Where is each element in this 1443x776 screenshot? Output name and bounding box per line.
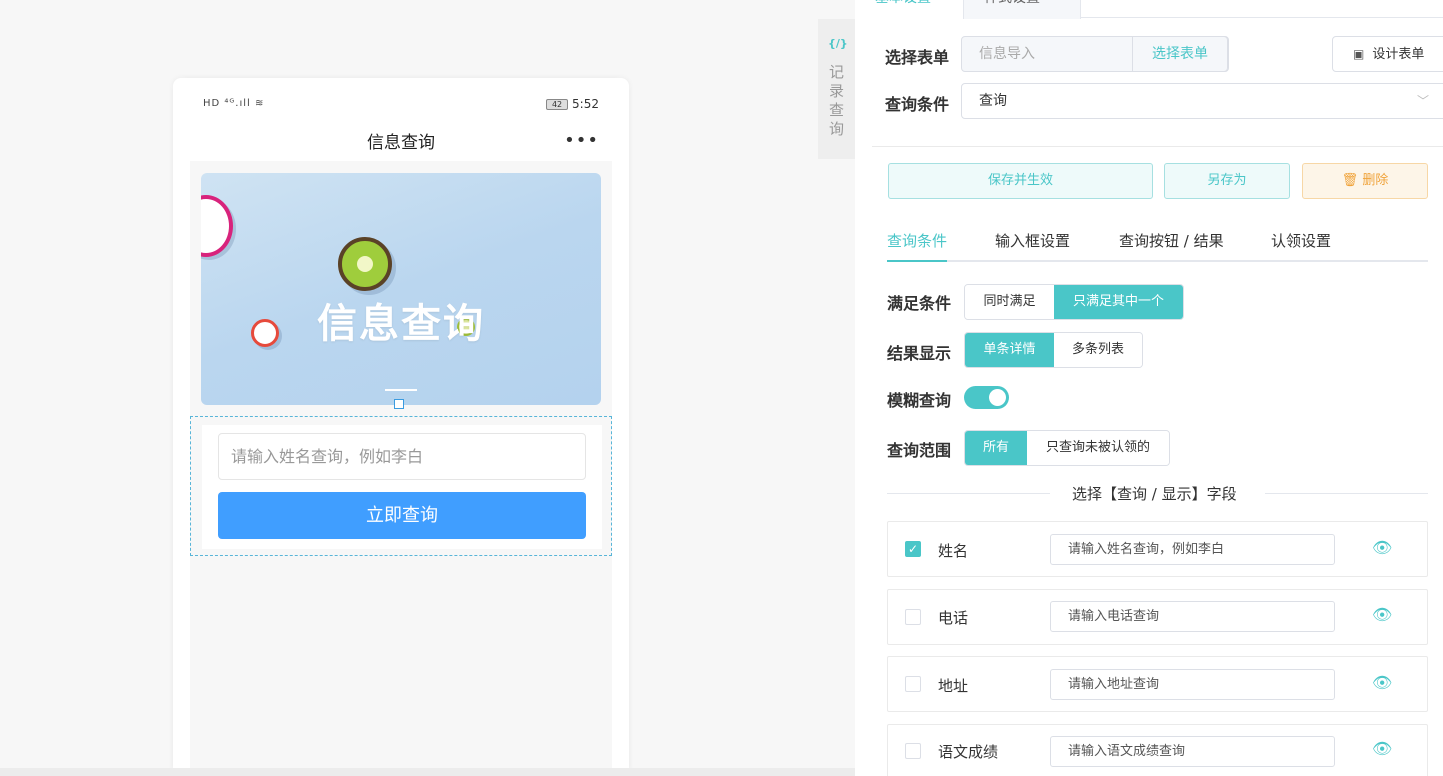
- save-as-button[interactable]: 另存为: [1164, 163, 1290, 199]
- select-form-button[interactable]: 选择表单: [1132, 36, 1228, 72]
- horizontal-scrollbar[interactable]: [0, 768, 855, 776]
- satisfy-all-option[interactable]: 同时满足: [965, 285, 1054, 319]
- toggle-knob: [989, 389, 1006, 406]
- eye-icon[interactable]: 👁: [1372, 538, 1392, 557]
- query-component[interactable]: 请输入姓名查询，例如李白 立即查询: [190, 416, 612, 556]
- query-condition-value: 查询: [979, 93, 1007, 109]
- field-name: 地址: [938, 677, 969, 695]
- fuzzy-query-label: 模糊查询: [887, 391, 952, 410]
- status-time: 5:52: [572, 97, 599, 111]
- field-checkbox[interactable]: [905, 609, 921, 625]
- query-condition-label: 查询条件: [885, 95, 950, 114]
- field-row-address: 地址 请输入地址查询 👁: [887, 656, 1428, 712]
- query-submit-button[interactable]: 立即查询: [218, 492, 586, 539]
- select-form-label: 选择表单: [885, 48, 950, 67]
- field-row-phone: 电话 请输入电话查询 👁: [887, 589, 1428, 645]
- design-form-label: 设计表单: [1372, 47, 1425, 62]
- record-query-tab[interactable]: {/} 记录查询: [818, 19, 855, 159]
- save-apply-button[interactable]: 保存并生效: [888, 163, 1153, 199]
- tab-style-settings[interactable]: 样式设置: [963, 0, 1081, 19]
- field-name: 电话: [938, 609, 969, 627]
- tab-button-result[interactable]: 查询按钮 / 结果: [1119, 230, 1224, 262]
- field-section-title: 选择【查询 / 显示】字段: [1072, 485, 1237, 503]
- satisfy-segment: 同时满足 只满足其中一个: [964, 284, 1184, 320]
- field-checkbox[interactable]: [905, 743, 921, 759]
- satisfy-label: 满足条件: [887, 294, 952, 313]
- code-icon: {/}: [828, 37, 848, 50]
- tab-input-settings[interactable]: 输入框设置: [995, 230, 1070, 262]
- query-scope-segment: 所有 只查询未被认领的: [964, 430, 1170, 466]
- page-title: 信息查询: [367, 133, 435, 153]
- fuzzy-query-toggle[interactable]: [964, 386, 1009, 409]
- field-placeholder-input[interactable]: 请输入地址查询: [1050, 669, 1335, 700]
- result-display-segment: 单条详情 多条列表: [964, 332, 1143, 368]
- field-row-name: ✓ 姓名 请输入姓名查询，例如李白 👁: [887, 521, 1428, 577]
- settings-panel: 基本设置 样式设置 选择表单 信息导入 选择表单 ▣ 设计表单 查询条件 查询 ﹀…: [855, 0, 1443, 776]
- field-name: 姓名: [938, 542, 969, 560]
- config-tabs: 查询条件 输入框设置 查询按钮 / 结果 认领设置: [887, 222, 1428, 262]
- battery-icon: 42: [546, 98, 569, 110]
- eye-icon[interactable]: 👁: [1372, 605, 1392, 624]
- record-query-label: 记录查询: [829, 63, 845, 138]
- divider: [872, 146, 1443, 147]
- field-placeholder-input[interactable]: 请输入电话查询: [1050, 601, 1335, 632]
- section-line-left: [887, 493, 1050, 494]
- result-display-label: 结果显示: [887, 344, 952, 363]
- select-form-field[interactable]: 信息导入 选择表单: [961, 36, 1229, 72]
- form-icon: ▣: [1353, 47, 1365, 61]
- eye-icon[interactable]: 👁: [1372, 673, 1392, 692]
- tab-claim-settings[interactable]: 认领设置: [1271, 230, 1331, 262]
- query-scope-label: 查询范围: [887, 441, 952, 460]
- more-icon[interactable]: •••: [564, 130, 599, 151]
- field-placeholder-input[interactable]: 请输入语文成绩查询: [1050, 736, 1335, 767]
- field-row-chinese-score: 语文成绩 请输入语文成绩查询 👁: [887, 724, 1428, 776]
- banner-indicator[interactable]: [385, 389, 417, 391]
- satisfy-any-option[interactable]: 只满足其中一个: [1054, 285, 1183, 319]
- field-checkbox[interactable]: [905, 676, 921, 692]
- phone-status-bar: HD ⁴ᴳ.ıll ≋ 42 5:52: [173, 78, 629, 130]
- resize-handle[interactable]: [394, 399, 404, 409]
- settings-tabs: 基本设置 样式设置: [855, 0, 1443, 19]
- eye-icon[interactable]: 👁: [1372, 739, 1392, 758]
- field-name: 语文成绩: [938, 743, 999, 761]
- field-checkbox[interactable]: ✓: [905, 541, 921, 557]
- field-placeholder-input[interactable]: 请输入姓名查询，例如李白: [1050, 534, 1335, 565]
- trash-icon: 🗑: [1341, 173, 1359, 188]
- query-component-inner: 请输入姓名查询，例如李白 立即查询: [202, 425, 602, 549]
- single-detail-option[interactable]: 单条详情: [965, 333, 1054, 367]
- scope-unclaimed-option[interactable]: 只查询未被认领的: [1027, 431, 1169, 465]
- delete-label: 删除: [1362, 173, 1389, 188]
- scope-all-option[interactable]: 所有: [965, 431, 1027, 465]
- select-form-value: 信息导入: [979, 46, 1035, 62]
- banner-image[interactable]: 信息查询: [201, 173, 601, 405]
- design-form-button[interactable]: ▣ 设计表单: [1332, 36, 1443, 72]
- query-condition-select[interactable]: 查询 ﹀: [961, 83, 1443, 119]
- delete-button[interactable]: 🗑 删除: [1302, 163, 1428, 199]
- signal-icons: HD ⁴ᴳ.ıll ≋: [203, 98, 265, 109]
- kiwi-center-icon: [357, 256, 373, 272]
- banner-title: 信息查询: [317, 301, 485, 347]
- status-right: 42 5:52: [546, 97, 599, 111]
- query-input[interactable]: 请输入姓名查询，例如李白: [218, 433, 586, 480]
- tab-basic-settings[interactable]: 基本设置: [855, 0, 963, 19]
- dragonfruit-icon: [201, 195, 233, 257]
- tab-query-condition[interactable]: 查询条件: [887, 230, 948, 262]
- section-line-right: [1265, 493, 1428, 494]
- chevron-down-icon: ﹀: [1417, 94, 1430, 108]
- multi-list-option[interactable]: 多条列表: [1054, 333, 1142, 367]
